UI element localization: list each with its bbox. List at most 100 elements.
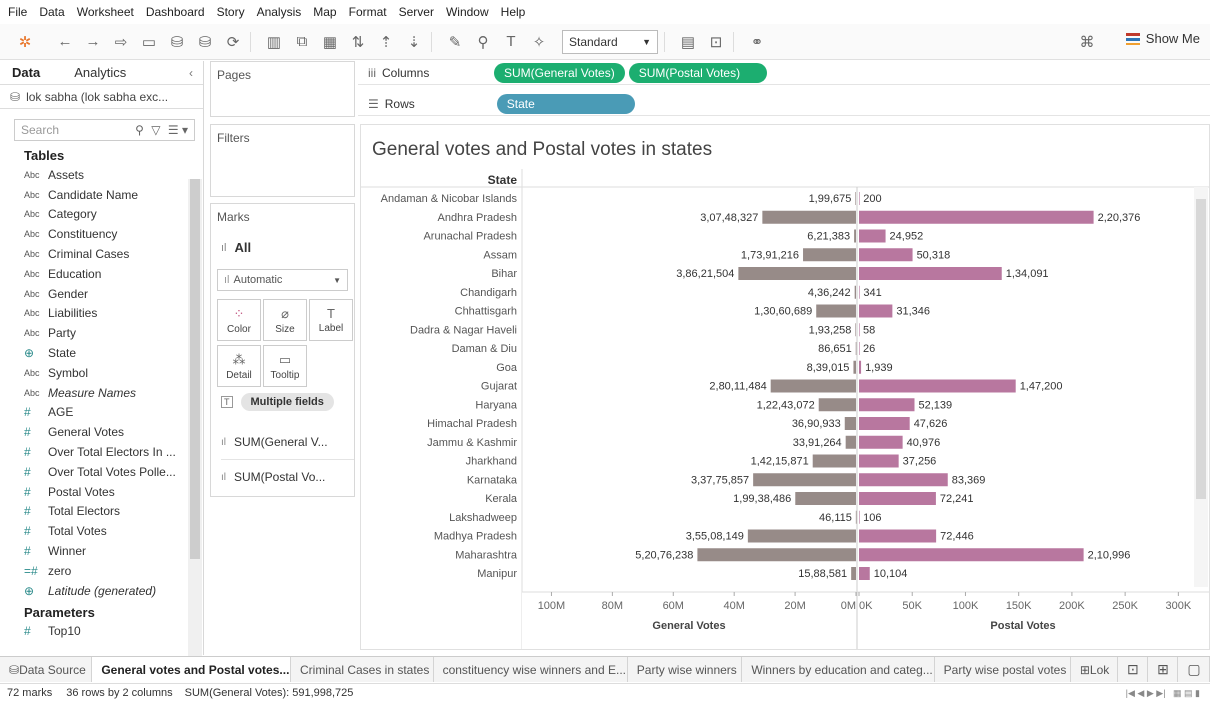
field-category[interactable]: Abc Category — [0, 205, 203, 225]
field-latitude-generated[interactable]: ⊕ Latitude (generated) — [0, 581, 203, 601]
field-age[interactable]: # AGE — [0, 403, 203, 423]
menu-format[interactable]: Format — [349, 5, 387, 19]
clear-sheet-icon[interactable]: ▦ — [319, 30, 341, 54]
pin-axes-icon[interactable]: ✧ — [528, 30, 550, 54]
field-over-total-votes-polle[interactable]: # Over Total Votes Polle... — [0, 462, 203, 482]
postal-votes-bar[interactable] — [859, 323, 860, 337]
postal-votes-bar[interactable] — [859, 473, 948, 487]
postal-votes-bar[interactable] — [859, 229, 886, 243]
general-votes-bar[interactable] — [795, 492, 856, 505]
field-general-votes[interactable]: # General Votes — [0, 422, 203, 442]
search-input[interactable]: Search ⚲ ▽ ☰ ▾ — [14, 119, 195, 141]
new-dashboard-icon[interactable]: ⊞ — [1148, 657, 1179, 682]
postal-votes-bar[interactable] — [859, 510, 860, 524]
multiple-fields-pill[interactable]: Multiple fields — [240, 393, 334, 411]
scrollbar-thumb[interactable] — [190, 179, 200, 559]
menu-analysis[interactable]: Analysis — [257, 5, 302, 19]
measure-card-general[interactable]: ıl SUM(General V... — [221, 435, 354, 460]
menu-story[interactable]: Story — [217, 5, 245, 19]
sheet-tab[interactable]: General votes and Postal votes... — [92, 657, 291, 682]
measure-card-postal[interactable]: ıl SUM(Postal Vo... — [221, 470, 354, 484]
swap-rows-columns-icon[interactable]: ⇅ — [347, 30, 369, 54]
filters-shelf[interactable]: Filters — [210, 124, 355, 197]
presentation-mode-icon[interactable]: ⊡ — [705, 30, 727, 54]
new-worksheet-icon[interactable]: ▥ — [263, 30, 285, 54]
field-gender[interactable]: Abc Gender — [0, 284, 203, 304]
general-votes-bar[interactable] — [762, 210, 856, 224]
postal-votes-bar[interactable] — [859, 398, 915, 412]
show-mark-labels-icon[interactable]: T — [500, 30, 522, 54]
postal-votes-bar[interactable] — [859, 248, 913, 262]
mark-type-select[interactable]: ıl Automatic ▼ — [217, 269, 348, 291]
field-total-votes[interactable]: # Total Votes — [0, 521, 203, 541]
postal-votes-bar[interactable] — [859, 342, 860, 355]
columns-pill-postal-votes[interactable]: SUM(Postal Votes) — [628, 62, 767, 83]
field-liabilities[interactable]: Abc Liabilities — [0, 304, 203, 324]
menu-help[interactable]: Help — [501, 5, 526, 19]
marks-all-row[interactable]: ıl All — [221, 240, 354, 255]
field-symbol[interactable]: Abc Symbol — [0, 363, 203, 383]
field-state[interactable]: ⊕ State — [0, 343, 203, 363]
sheet-tab[interactable]: Winners by education and categ... — [742, 657, 935, 682]
postal-votes-bar[interactable] — [859, 548, 1084, 562]
sheet-tab[interactable]: Party wise postal votes — [935, 657, 1071, 682]
field-constituency[interactable]: Abc Constituency — [0, 224, 203, 244]
postal-votes-bar[interactable] — [859, 417, 910, 430]
general-votes-bar[interactable] — [844, 417, 856, 430]
postal-votes-bar[interactable] — [859, 454, 899, 468]
columns-pill-general-votes[interactable]: SUM(General Votes) — [494, 62, 625, 83]
general-votes-bar[interactable] — [851, 567, 856, 580]
sheet-tab[interactable]: Criminal Cases in states — [291, 657, 434, 682]
postal-votes-bar[interactable] — [859, 304, 893, 318]
share-icon[interactable]: ⚭ — [746, 30, 768, 54]
sort-descending-icon[interactable]: ⇣ — [403, 30, 425, 54]
postal-votes-bar[interactable] — [859, 435, 903, 449]
bar-chart[interactable]: State Andaman & Nicobar Islands 1,99,675 20… — [361, 125, 1210, 650]
menu-server[interactable]: Server — [399, 5, 434, 19]
new-datasource-icon[interactable]: ⛁ — [166, 30, 188, 54]
tooltip-button[interactable]: ▭ Tooltip — [263, 345, 307, 387]
postal-votes-bar[interactable] — [859, 360, 862, 374]
postal-votes-bar[interactable] — [859, 285, 860, 299]
general-votes-bar[interactable] — [812, 454, 856, 468]
general-votes-bar[interactable] — [803, 248, 856, 262]
postal-votes-bar[interactable] — [859, 210, 1094, 224]
field-party[interactable]: Abc Party — [0, 323, 203, 343]
rows-shelf[interactable]: ☰ Rows State — [358, 92, 1210, 116]
postal-votes-bar[interactable] — [859, 192, 860, 205]
highlight-icon[interactable]: ✎ — [444, 30, 466, 54]
menu-map[interactable]: Map — [313, 5, 336, 19]
general-votes-bar[interactable] — [816, 304, 856, 318]
general-votes-bar[interactable] — [855, 510, 857, 524]
duplicate-sheet-icon[interactable]: ⧉ — [291, 30, 313, 54]
general-votes-bar[interactable] — [770, 379, 856, 393]
sheet-tab[interactable]: ⊞ Lok — [1071, 657, 1118, 682]
sort-ascending-icon[interactable]: ⇡ — [375, 30, 397, 54]
replay-icon[interactable]: ⇨ — [110, 30, 132, 54]
menu-worksheet[interactable]: Worksheet — [77, 5, 134, 19]
field-list-scrollbar[interactable] — [188, 179, 202, 663]
new-worksheet-icon[interactable]: ⊡ — [1118, 657, 1149, 682]
general-votes-bar[interactable] — [855, 323, 857, 337]
show-cards-icon[interactable]: ▤ — [677, 30, 699, 54]
general-votes-bar[interactable] — [855, 192, 856, 205]
fit-select[interactable]: Standard ▼ — [562, 29, 658, 54]
field-postal-votes[interactable]: # Postal Votes — [0, 482, 203, 502]
search-icon[interactable]: ⚲ — [135, 123, 144, 137]
field-total-electors[interactable]: # Total Electors — [0, 502, 203, 522]
group-members-icon[interactable]: ⚲ — [472, 30, 494, 54]
filter-icon[interactable]: ▽ — [151, 123, 160, 137]
pause-updates-icon[interactable]: ⛁ — [194, 30, 216, 54]
sheet-nav-icons[interactable]: |◀ ◀ ▶ ▶| ▦ ▤ ▮ — [1126, 688, 1200, 699]
field-zero[interactable]: =# zero — [0, 561, 203, 581]
color-button[interactable]: ⁘ Color — [217, 299, 261, 341]
postal-votes-bar[interactable] — [859, 267, 1002, 280]
field-criminal-cases[interactable]: Abc Criminal Cases — [0, 244, 203, 264]
binoculars-icon[interactable]: ⌘ — [1076, 30, 1098, 54]
general-votes-bar[interactable] — [853, 360, 856, 374]
sheet-tab[interactable]: constituency wise winners and E... — [434, 657, 628, 682]
menu-file[interactable]: File — [8, 5, 27, 19]
postal-votes-bar[interactable] — [859, 529, 937, 543]
redo-icon[interactable]: → — [82, 30, 104, 54]
field-over-total-electors-in[interactable]: # Over Total Electors In ... — [0, 442, 203, 462]
